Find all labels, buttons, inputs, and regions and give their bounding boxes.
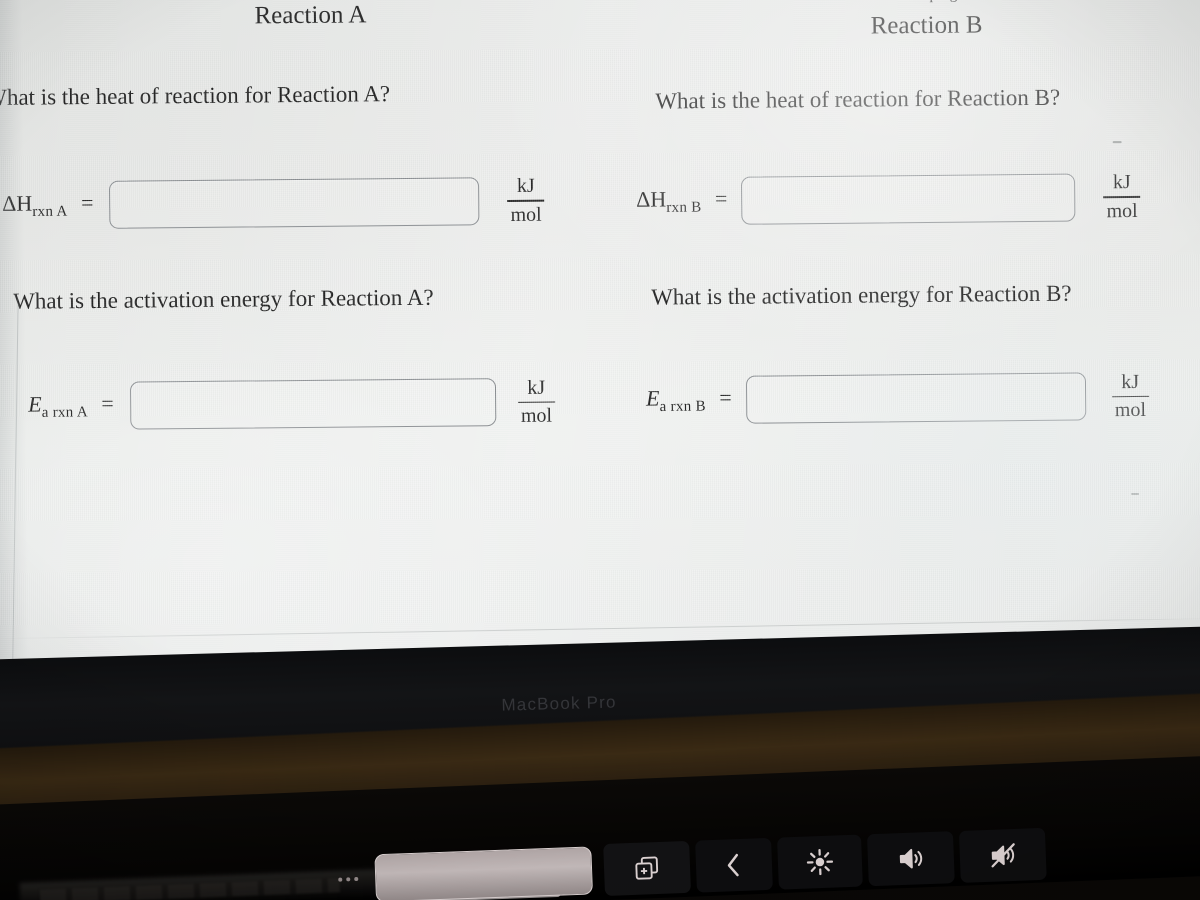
unit-kj-per-mol-activation-b: kJ mol	[1111, 370, 1150, 422]
speaker-icon	[899, 848, 923, 869]
answer-row-heat-a: ΔHrxn A = kJ mol	[2, 175, 622, 231]
label-ea-subscript: a rxn B	[659, 398, 706, 416]
answer-row-heat-b: ΔHrxn B = kJ mol	[636, 171, 1200, 226]
question-heat-b: What is the heat of reaction for Reactio…	[655, 84, 1061, 114]
touchbar-key-mute[interactable]	[958, 827, 1047, 883]
column-reaction-b: Reaction progress Reaction B What is the…	[634, 0, 1200, 426]
label-ea-subscript: a rxn A	[41, 404, 89, 422]
label-delta-h-equals: =	[714, 185, 728, 211]
column-reaction-a: Reaction progress Reaction A What is the…	[0, 0, 624, 432]
photo-of-laptop-screen: Reaction progress Reaction A What is the…	[0, 0, 1200, 900]
worksheet-page: Reaction progress Reaction A What is the…	[0, 0, 1200, 704]
unit-denominator: mol	[520, 404, 553, 428]
fraction-bar	[1103, 195, 1141, 198]
chevron-left-icon	[727, 853, 739, 877]
axis-caption-b: Reaction progress	[634, 0, 1200, 7]
fraction-bar	[507, 199, 545, 202]
unit-numerator: kJ	[1112, 171, 1131, 194]
reaction-title-b: Reaction B	[870, 11, 983, 40]
label-delta-h-subscript: rxn B	[666, 199, 702, 216]
question-activation-b: What is the activation energy for Reacti…	[651, 280, 1072, 310]
reaction-title-a: Reaction A	[254, 1, 367, 30]
label-delta-h-rxn-b: ΔHrxn B =	[636, 185, 728, 216]
touchbar-key-volume[interactable]	[866, 831, 955, 887]
label-delta-h-symbol: ΔH	[2, 190, 33, 216]
unit-kj-per-mol-heat-a: kJ mol	[507, 174, 545, 226]
touchbar-key-collapse[interactable]	[695, 837, 773, 893]
laptop-screen: Reaction progress Reaction A What is the…	[0, 0, 1200, 775]
new-tab-icon	[635, 856, 659, 880]
input-activation-energy-b[interactable]	[745, 372, 1086, 425]
fraction-bar	[517, 401, 555, 404]
input-heat-of-reaction-b[interactable]	[741, 173, 1076, 225]
unit-numerator: kJ	[516, 174, 535, 197]
touchbar-key-brightness[interactable]	[777, 834, 863, 890]
unit-numerator: kJ	[527, 376, 546, 399]
screen-speck-lower-right	[1131, 492, 1140, 496]
unit-kj-per-mol-heat-b: kJ mol	[1103, 171, 1141, 222]
sun-icon	[806, 848, 834, 876]
unit-kj-per-mol-activation-a: kJ mol	[517, 376, 556, 428]
macbook-pro-wordmark: MacBook Pro	[501, 692, 617, 715]
unit-denominator: mol	[510, 203, 542, 226]
label-ea-rxn-b: Ea rxn B =	[646, 385, 732, 416]
label-ea-equals: =	[101, 390, 114, 417]
label-ea-symbol: E	[28, 391, 42, 417]
unit-denominator: mol	[1114, 399, 1147, 422]
label-delta-h-rxn-a: ΔHrxn A =	[2, 190, 94, 221]
input-heat-of-reaction-a[interactable]	[109, 177, 480, 229]
label-delta-h-subscript: rxn A	[32, 203, 68, 220]
input-activation-energy-a[interactable]	[129, 378, 497, 431]
speaker-mute-icon	[991, 843, 1015, 868]
unit-denominator: mol	[1106, 199, 1138, 222]
question-heat-a: What is the heat of reaction for Reactio…	[0, 81, 391, 111]
unit-numerator: kJ	[1121, 370, 1140, 393]
label-ea-rxn-a: Ea rxn A =	[28, 391, 114, 422]
label-ea-equals: =	[719, 385, 732, 411]
touchbar-ellipsis[interactable]	[330, 856, 366, 900]
label-delta-h-symbol: ΔH	[636, 186, 667, 212]
label-delta-h-equals: =	[80, 189, 94, 215]
answer-row-activation-b: Ea rxn B = kJ mol	[646, 371, 1200, 426]
fraction-bar	[1111, 395, 1149, 398]
question-activation-a: What is the activation energy for Reacti…	[13, 284, 434, 314]
label-ea-symbol: E	[645, 385, 660, 411]
touchbar-suggestion-field[interactable]	[374, 846, 593, 900]
answer-row-activation-a: Ea rxn A = kJ mol	[28, 376, 624, 431]
screen-speck-right	[1112, 141, 1122, 144]
touchbar-key-new-tab[interactable]	[603, 840, 691, 896]
